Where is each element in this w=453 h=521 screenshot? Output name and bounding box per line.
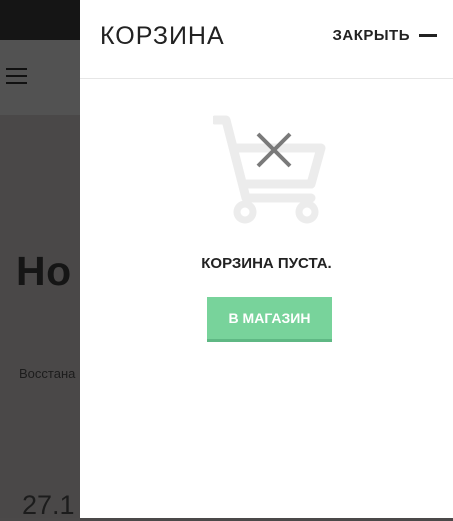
cart-header: КОРЗИНА ЗАКРЫТЬ bbox=[80, 0, 453, 79]
background-date: 27.1 bbox=[22, 490, 75, 520]
background-page-title: Ho bbox=[16, 248, 72, 294]
empty-cart-message: КОРЗИНА ПУСТА. bbox=[201, 255, 332, 272]
hamburger-icon[interactable] bbox=[6, 68, 27, 85]
cart-x-icon bbox=[213, 115, 326, 224]
background-text: Восстана bbox=[19, 366, 76, 381]
cart-title: КОРЗИНА bbox=[100, 22, 225, 50]
go-to-shop-button[interactable]: В МАГАЗИН bbox=[207, 297, 332, 342]
close-label: ЗАКРЫТЬ bbox=[332, 27, 410, 44]
minus-icon bbox=[419, 34, 437, 37]
cart-panel: КОРЗИНА ЗАКРЫТЬ КОРЗИНА ПУСТА. В МАГАЗИН bbox=[80, 0, 453, 518]
close-button[interactable]: ЗАКРЫТЬ bbox=[332, 27, 437, 44]
